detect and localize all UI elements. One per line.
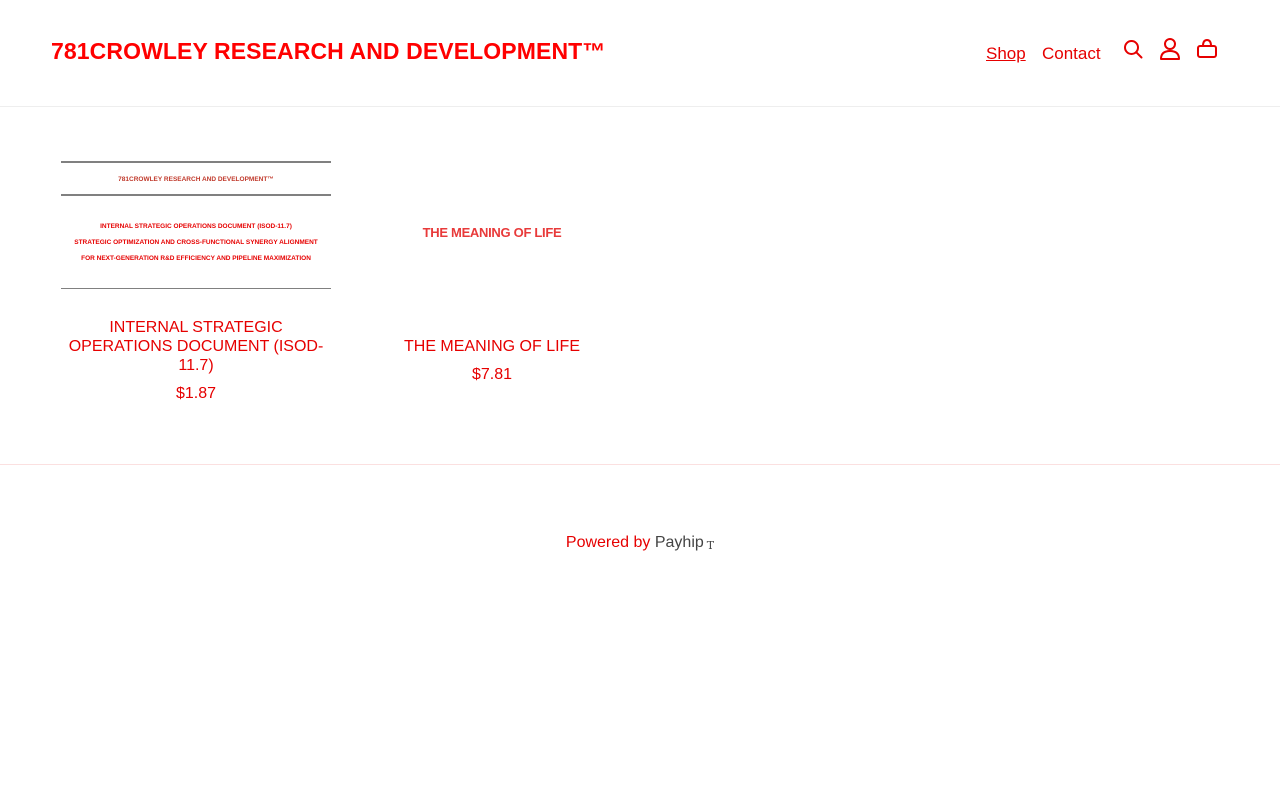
site-logo-title[interactable]: 781CROWLEY RESEARCH AND DEVELOPMENT™ <box>51 38 605 65</box>
product-title-isod[interactable]: INTERNAL STRATEGIC OPERATIONS DOCUMENT (… <box>61 318 331 375</box>
product-price-isod: $1.87 <box>175 385 217 402</box>
divider <box>61 194 331 196</box>
thumbnail-heading: 781CROWLEY RESEARCH AND DEVELOPMENT™ <box>118 176 274 183</box>
product-title-line: INTERNAL STRATEGIC <box>109 319 283 336</box>
product-card-meaning-of-life[interactable]: THE MEANING OF LIFE THE MEANING OF LIFE … <box>357 107 627 407</box>
nav-shop-link[interactable]: Shop <box>986 44 1026 64</box>
product-card-isod[interactable]: 781CROWLEY RESEARCH AND DEVELOPMENT™ INT… <box>61 107 331 407</box>
product-title-line: 11.7) <box>178 357 214 374</box>
product-thumbnail-isod[interactable]: 781CROWLEY RESEARCH AND DEVELOPMENT™ INT… <box>61 161 331 291</box>
account-icon[interactable] <box>1158 36 1182 62</box>
divider <box>61 161 331 163</box>
divider <box>61 288 331 289</box>
search-icon[interactable] <box>1121 36 1145 62</box>
thumbnail-line: INTERNAL STRATEGIC OPERATIONS DOCUMENT (… <box>100 223 292 230</box>
site-header: 781CROWLEY RESEARCH AND DEVELOPMENT™ Sho… <box>0 0 1280 107</box>
payhip-logo-icon: T <box>706 539 715 552</box>
product-thumbnail-meaning-of-life[interactable]: THE MEANING OF LIFE <box>357 161 627 291</box>
thumbnail-heading: THE MEANING OF LIFE <box>422 225 562 240</box>
thumbnail-line: FOR NEXT-GENERATION R&D EFFICIENCY AND P… <box>81 255 311 262</box>
powered-by-label: Powered by <box>565 534 651 551</box>
product-title-line: OPERATIONS DOCUMENT (ISOD- <box>68 338 324 355</box>
site-footer: Powered by Payhip T <box>0 464 1280 801</box>
cart-icon[interactable] <box>1195 36 1219 62</box>
payhip-link[interactable]: Payhip <box>655 534 704 551</box>
nav-contact-link[interactable]: Contact <box>1042 44 1101 64</box>
thumbnail-line: STRATEGIC OPTIMIZATION AND CROSS-FUNCTIO… <box>74 239 318 246</box>
powered-by: Powered by Payhip T <box>0 534 1280 552</box>
product-price-meaning-of-life: $7.81 <box>471 366 513 383</box>
product-title-meaning-of-life[interactable]: THE MEANING OF LIFE <box>357 337 627 356</box>
product-grid: 781CROWLEY RESEARCH AND DEVELOPMENT™ INT… <box>0 107 1280 464</box>
